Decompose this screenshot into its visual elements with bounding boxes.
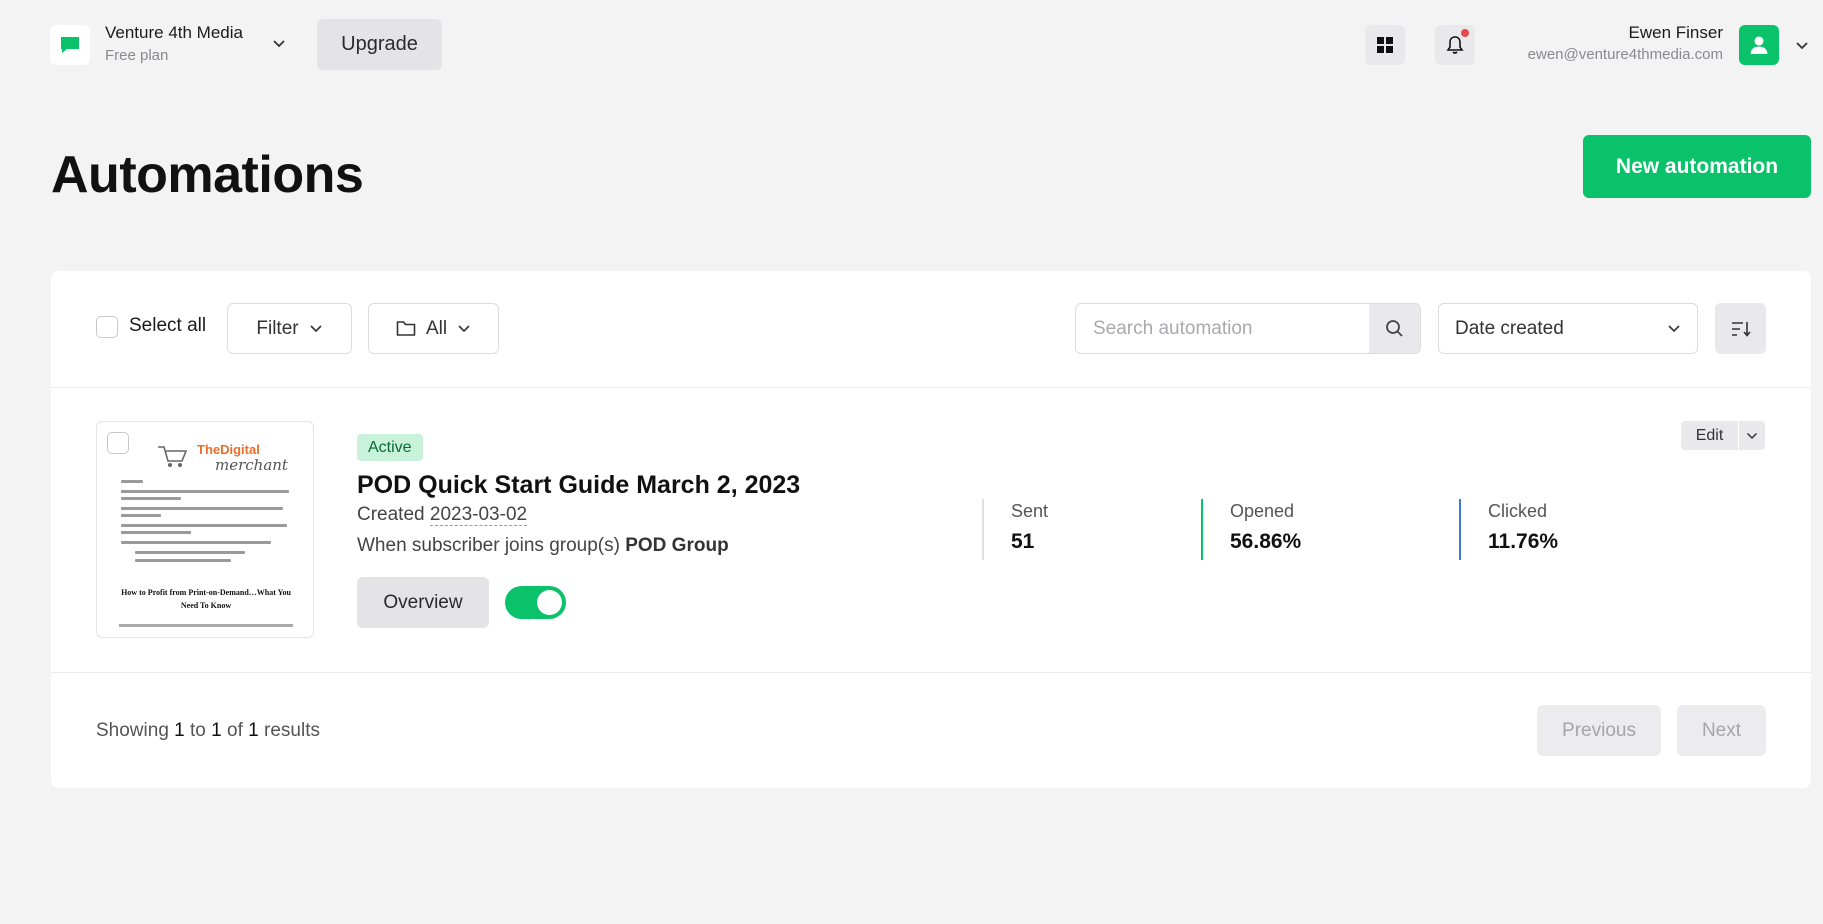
account-plan: Free plan: [105, 47, 169, 64]
notification-dot: [1461, 29, 1469, 37]
created-date: 2023-03-02: [429, 504, 528, 526]
created-label: Created: [357, 504, 425, 525]
avatar[interactable]: [1739, 25, 1779, 65]
select-all-label[interactable]: Select all: [129, 315, 206, 337]
user-name[interactable]: Ewen Finser: [1629, 23, 1723, 43]
account-logo[interactable]: [50, 25, 90, 65]
thumbnail-text-line: [121, 541, 271, 544]
folder-icon: [396, 321, 416, 336]
chevron-down-icon: [458, 324, 470, 332]
cart-icon: [158, 446, 188, 467]
folder-label: All: [425, 317, 448, 339]
edit-menu-button[interactable]: [1738, 421, 1765, 450]
thumbnail-text-line: [135, 551, 245, 554]
thumbnail-heading: How to Profit from Print-on-Demand…What …: [121, 588, 291, 610]
results-summary: Showing 1 to 1 of 1 results: [96, 720, 320, 742]
showing-to: 1: [211, 720, 222, 741]
user-icon: [1750, 36, 1768, 54]
upgrade-button[interactable]: Upgrade: [317, 19, 442, 70]
chevron-down-icon: [1746, 432, 1758, 439]
automation-row: TheDigital merchant How to Profit from P…: [51, 388, 1811, 673]
bell-icon: [1446, 36, 1464, 54]
folder-select[interactable]: All: [368, 303, 499, 354]
filter-button[interactable]: Filter: [227, 303, 352, 354]
account-name[interactable]: Venture 4th Media: [105, 23, 243, 43]
page-title: Automations: [51, 146, 364, 204]
stat-opened: Opened 56.86%: [1201, 499, 1301, 560]
stat-value: 56.86%: [1230, 530, 1302, 553]
search-icon: [1386, 320, 1403, 337]
user-email: ewen@venture4thmedia.com: [1527, 46, 1723, 63]
thumbnail-text-line: [119, 624, 293, 627]
thumbnail-text-line: [121, 514, 161, 517]
search-input[interactable]: [1076, 304, 1370, 353]
stat-label: Clicked: [1488, 501, 1548, 521]
stat-clicked: Clicked 11.76%: [1459, 499, 1558, 560]
overview-button[interactable]: Overview: [357, 577, 489, 628]
thumbnail-text-line: [121, 490, 289, 493]
showing-from: 1: [174, 720, 185, 741]
stat-value: 51: [1011, 530, 1035, 553]
trigger-group: POD Group: [625, 535, 729, 556]
grid-icon: [1377, 37, 1393, 53]
thumbnail-text-line: [121, 480, 143, 483]
email-thumbnail[interactable]: TheDigital merchant How to Profit from P…: [96, 421, 314, 638]
stat-label: Opened: [1230, 501, 1295, 521]
automations-card: Select all Filter All Date created: [51, 271, 1811, 788]
search-button[interactable]: [1369, 304, 1420, 353]
showing-of-word: of: [227, 720, 243, 741]
edit-button[interactable]: Edit: [1681, 421, 1738, 450]
list-toolbar: Select all Filter All Date created: [51, 271, 1811, 388]
sort-direction-button[interactable]: [1715, 303, 1766, 354]
edit-split-button: Edit: [1681, 421, 1765, 450]
toggle-knob: [537, 590, 562, 615]
sort-label: Date created: [1455, 317, 1564, 339]
showing-total: 1: [248, 720, 259, 741]
thumbnail-brand: TheDigital: [197, 442, 260, 457]
chevron-down-icon[interactable]: [272, 36, 286, 54]
notifications-button[interactable]: [1435, 25, 1475, 65]
stat-label: Sent: [1011, 501, 1049, 521]
thumbnail-text-line: [121, 524, 287, 527]
automation-title[interactable]: POD Quick Start Guide March 2, 2023: [357, 471, 800, 500]
thumbnail-brand-script: merchant: [215, 456, 288, 474]
created-line: Created 2023-03-02: [357, 504, 528, 526]
stat-sent: Sent 51: [982, 499, 1048, 560]
thumbnail-text-line: [121, 531, 191, 534]
top-bar: Venture 4th Media Free plan Upgrade Ewen…: [0, 0, 1823, 90]
chevron-down-icon: [310, 324, 322, 332]
showing-suffix: results: [264, 720, 320, 741]
trigger-text: When subscriber joins group(s): [357, 535, 620, 556]
chevron-down-icon[interactable]: [1795, 38, 1809, 56]
new-automation-button[interactable]: New automation: [1583, 135, 1811, 198]
thumbnail-text-line: [121, 507, 283, 510]
status-badge: Active: [357, 434, 423, 461]
chevron-down-icon: [1668, 324, 1680, 332]
automation-toggle[interactable]: [505, 586, 566, 619]
previous-button[interactable]: Previous: [1537, 705, 1661, 756]
thumbnail-text-line: [135, 559, 231, 562]
row-checkbox[interactable]: [107, 432, 129, 454]
thumbnail-text-line: [121, 497, 181, 500]
trigger-line: When subscriber joins group(s) POD Group: [357, 535, 729, 557]
apps-button[interactable]: [1365, 25, 1405, 65]
select-all-checkbox[interactable]: [96, 316, 118, 338]
sort-select[interactable]: Date created: [1438, 303, 1698, 354]
showing-to-word: to: [190, 720, 206, 741]
chat-icon: [61, 37, 79, 53]
next-button[interactable]: Next: [1677, 705, 1766, 756]
sort-descending-icon: [1731, 321, 1751, 337]
stat-value: 11.76%: [1488, 530, 1559, 553]
showing-prefix: Showing: [96, 720, 169, 741]
search-box: [1075, 303, 1421, 354]
filter-label: Filter: [256, 317, 299, 339]
